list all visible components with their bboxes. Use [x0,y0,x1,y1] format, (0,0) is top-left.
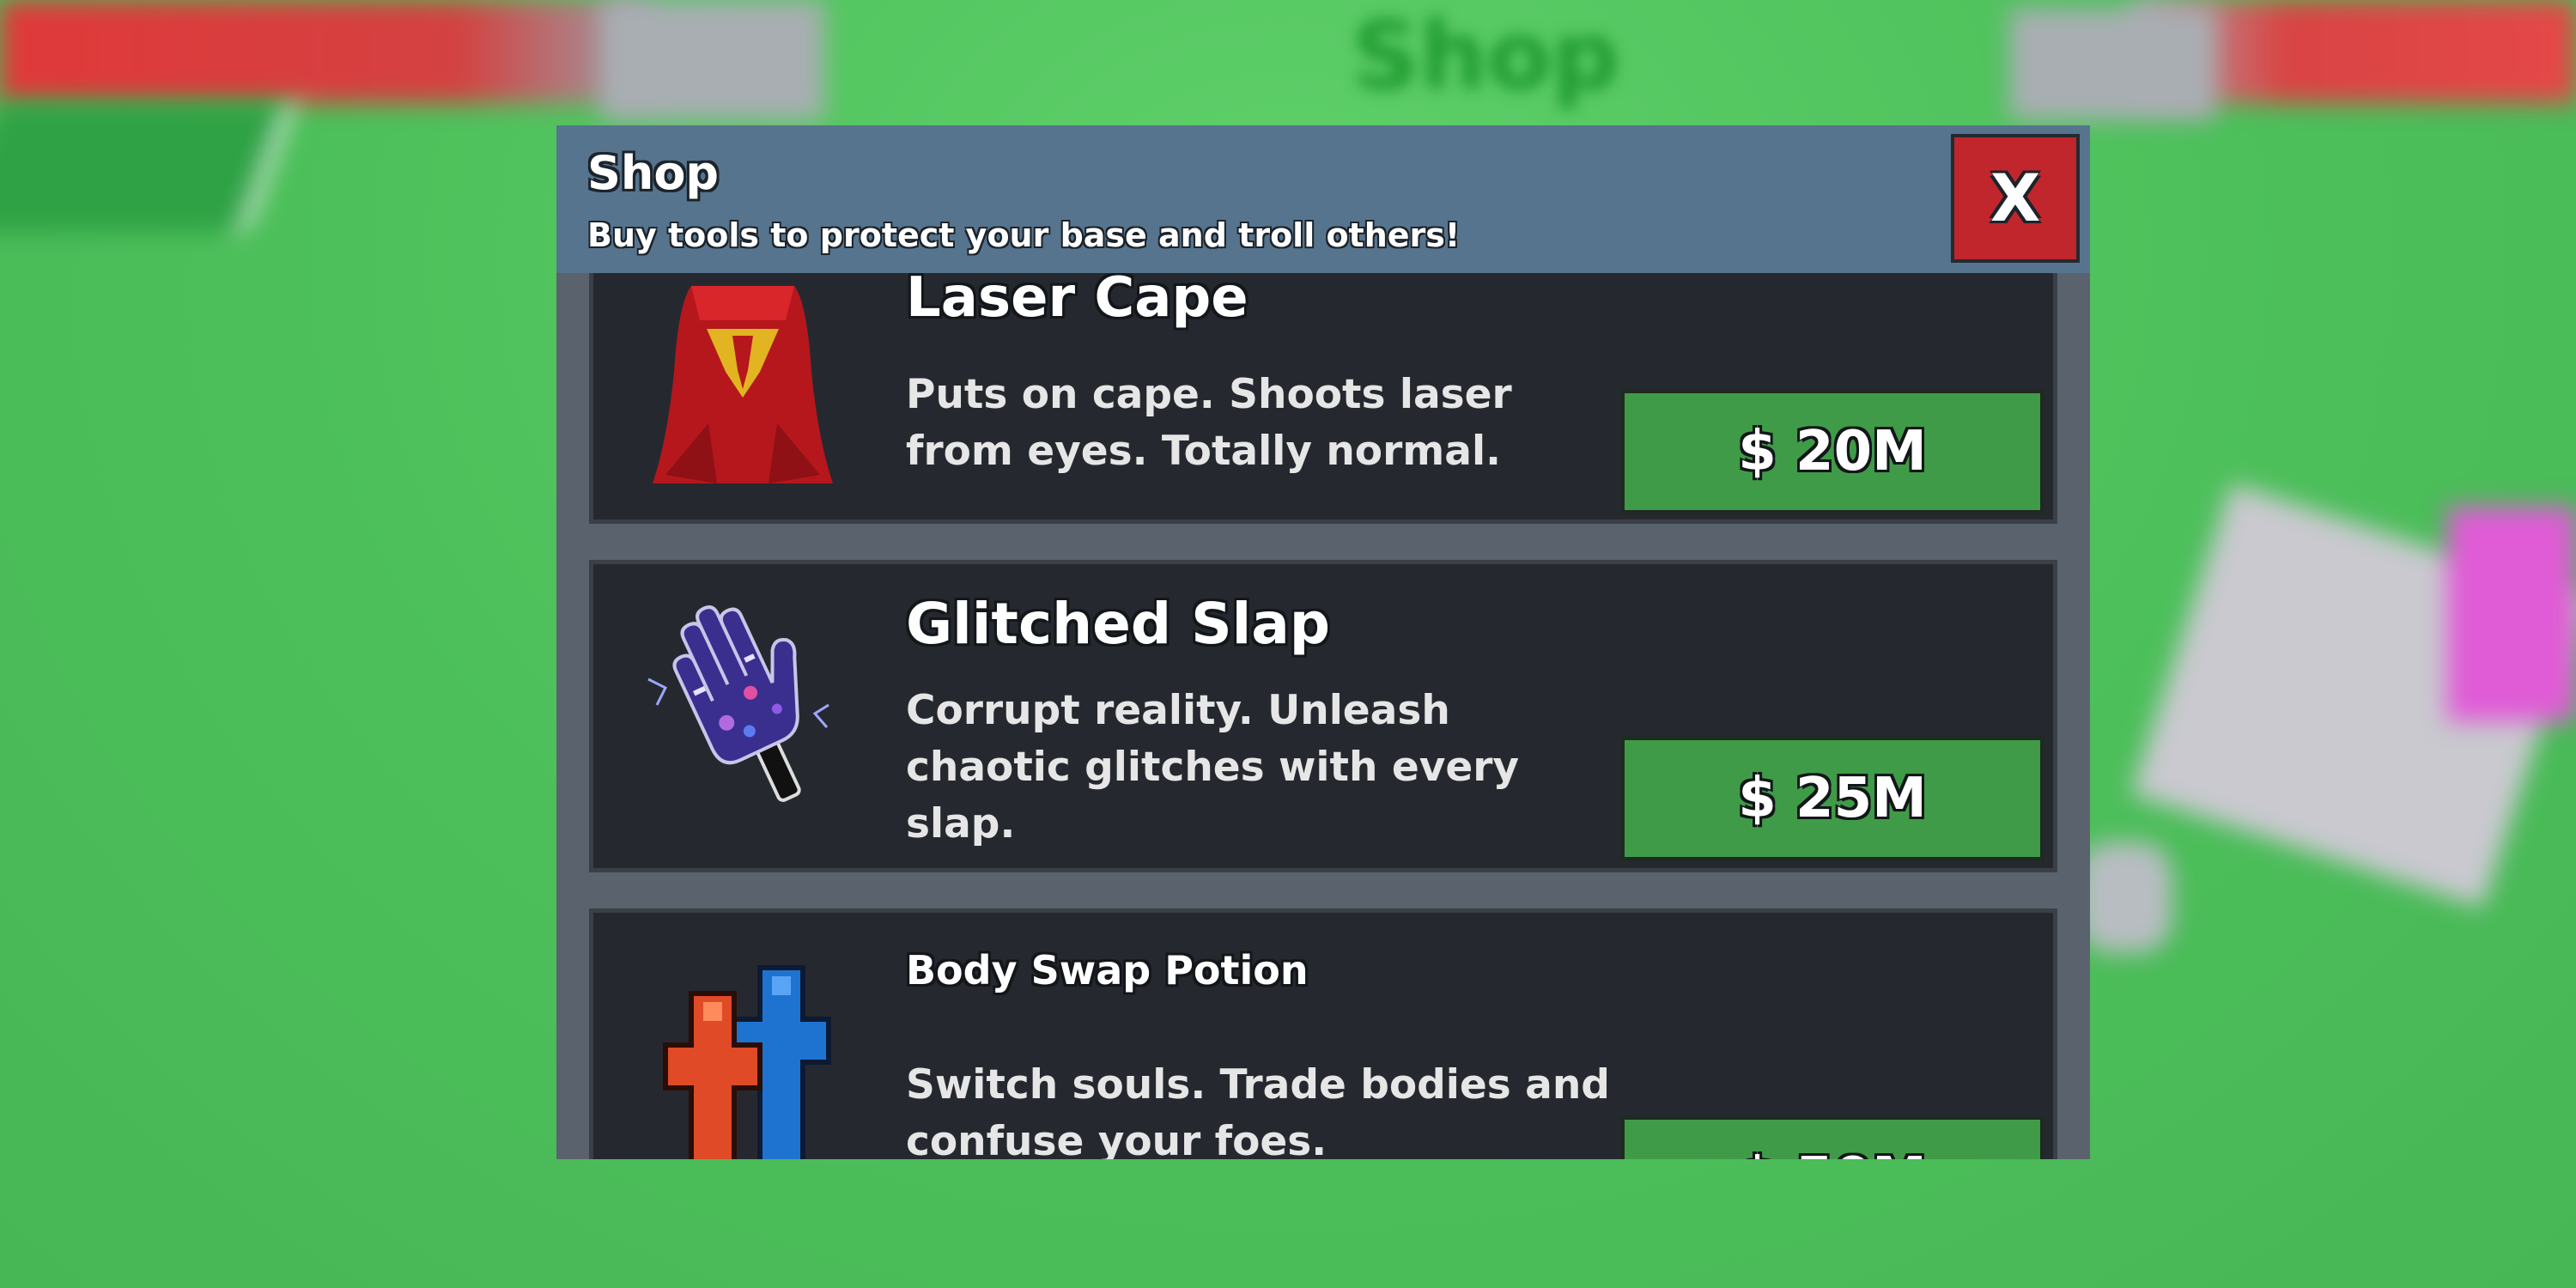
price-label: $ 50M [1738,1148,1927,1159]
grey-block [2078,841,2172,953]
shop-item-glitched-slap: Glitched Slap Corrupt reality. Unleash c… [589,560,2057,872]
buy-button-laser-cape[interactable]: $ 20M [1620,389,2044,514]
shop-title: Shop [587,146,720,200]
shop-window: Shop Buy tools to protect your base and … [556,125,2090,1159]
item-name: Glitched Slap [906,591,1331,657]
world-shop-sign: Shop [1352,1,1619,111]
base-pad-left [0,103,295,232]
item-description: Corrupt reality. Unleash chaotic glitche… [906,687,1520,848]
grey-wall-right [2009,9,2215,120]
close-icon: X [1990,160,2041,236]
shop-subtitle: Buy tools to protect your base and troll… [587,216,1461,254]
item-name: Body Swap Potion [906,947,1309,993]
price-label: $ 25M [1738,767,1927,830]
red-base-wall-left [0,0,653,103]
buy-button-body-swap-potion[interactable]: $ 50M [1620,1115,2044,1159]
shop-item-list[interactable]: Laser Cape Puts on cape. Shoots laser fr… [589,273,2057,1159]
body-swap-potion-icon [663,965,831,1159]
close-button[interactable]: X [1951,134,2080,263]
shop-item-body-swap-potion: Body Swap Potion Switch souls. Trade bod… [589,908,2057,1159]
shop-header: Shop Buy tools to protect your base and … [556,125,2090,273]
grey-wall-left [601,0,824,120]
price-label: $ 20M [1738,420,1927,483]
buy-button-glitched-slap[interactable]: $ 25M [1620,736,2044,861]
laser-cape-icon [653,286,833,483]
item-description: Switch souls. Trade bodies and confuse y… [906,1061,1610,1159]
pink-block [2447,507,2576,721]
item-description: Puts on cape. Shoots laser from eyes. To… [906,371,1512,475]
item-name: Laser Cape [906,273,1249,330]
shop-item-laser-cape: Laser Cape Puts on cape. Shoots laser fr… [589,273,2057,524]
glitched-slap-glove-icon [647,605,829,802]
